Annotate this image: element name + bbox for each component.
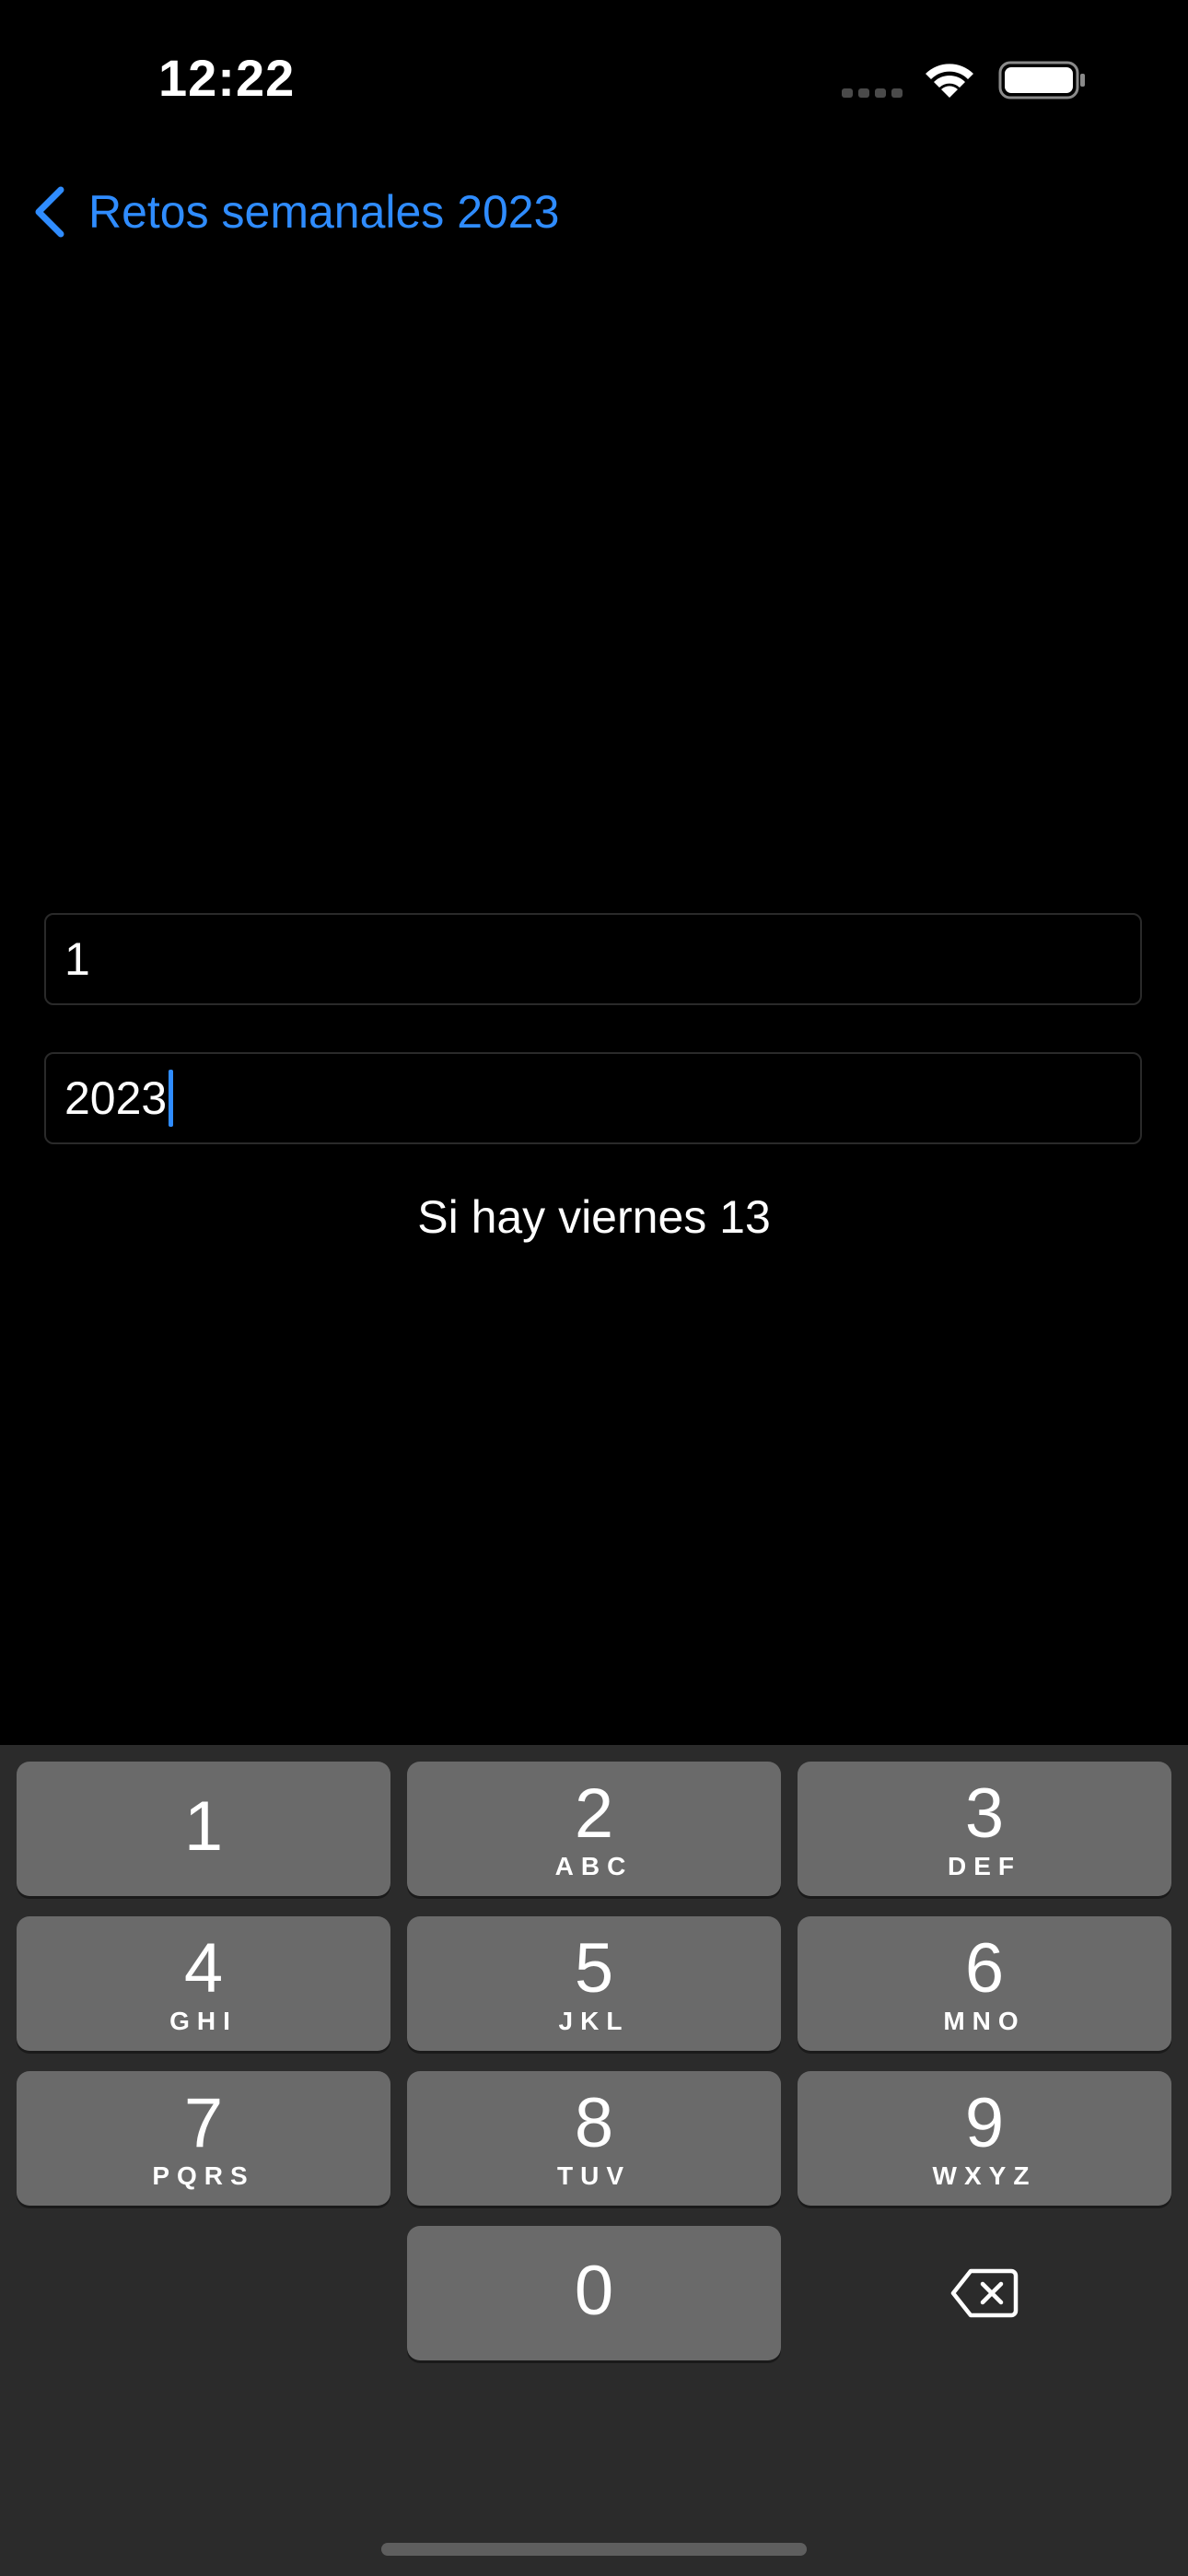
key-letters: MNO (943, 2007, 1026, 2035)
key-5[interactable]: 5 JKL (407, 1916, 781, 2051)
key-letters: PQRS (152, 2161, 255, 2190)
key-digit: 7 (183, 2084, 224, 2162)
key-2[interactable]: 2 ABC (407, 1762, 781, 1896)
wifi-icon (926, 64, 973, 98)
key-digit: 8 (574, 2084, 614, 2162)
key-digit: 2 (574, 1774, 614, 1853)
key-1[interactable]: 1 (17, 1762, 390, 1896)
key-letters: DEF (948, 1852, 1021, 1880)
key-letters: JKL (558, 2007, 630, 2035)
number-field[interactable]: 1 (44, 913, 1142, 1005)
numeric-keyboard: 1 2 ABC 3 DEF 4 GHI 5 JKL 6 MNO 7 PQRS 8… (0, 1745, 1188, 2576)
key-letters: WXYZ (932, 2161, 1037, 2190)
text-cursor (169, 1070, 174, 1127)
key-digit: 6 (964, 1929, 1005, 2008)
key-digit: 4 (183, 1929, 224, 2008)
key-4[interactable]: 4 GHI (17, 1916, 390, 2051)
result-label: Si hay viernes 13 (417, 1191, 771, 1243)
key-6[interactable]: 6 MNO (798, 1916, 1171, 2051)
key-9[interactable]: 9 WXYZ (798, 2071, 1171, 2206)
backspace-icon (950, 2268, 1019, 2318)
key-7[interactable]: 7 PQRS (17, 2071, 390, 2206)
key-digit: 0 (574, 2252, 614, 2330)
back-button[interactable]: Retos semanales 2023 (31, 175, 559, 249)
year-field-value: 2023 (64, 1072, 168, 1124)
key-letters: TUV (557, 2161, 631, 2190)
number-field-value: 1 (64, 933, 90, 985)
cellular-signal-icon (842, 88, 903, 98)
key-3[interactable]: 3 DEF (798, 1762, 1171, 1896)
key-digit: 3 (964, 1774, 1005, 1853)
chevron-left-icon (35, 186, 64, 238)
key-8[interactable]: 8 TUV (407, 2071, 781, 2206)
back-button-label: Retos semanales 2023 (88, 186, 560, 238)
status-bar: 12:22 (0, 0, 1188, 157)
key-digit: 5 (574, 1929, 614, 2008)
status-time: 12:22 (158, 49, 296, 107)
key-digit: 1 (183, 1787, 224, 1866)
year-field[interactable]: 2023 (44, 1052, 1142, 1144)
battery-icon (998, 61, 1085, 100)
delete-key[interactable] (798, 2226, 1171, 2360)
key-letters: GHI (169, 2007, 238, 2035)
key-digit: 9 (964, 2084, 1005, 2162)
home-indicator[interactable] (381, 2543, 807, 2556)
key-letters: ABC (554, 1852, 634, 1880)
key-0[interactable]: 0 (407, 2226, 781, 2360)
